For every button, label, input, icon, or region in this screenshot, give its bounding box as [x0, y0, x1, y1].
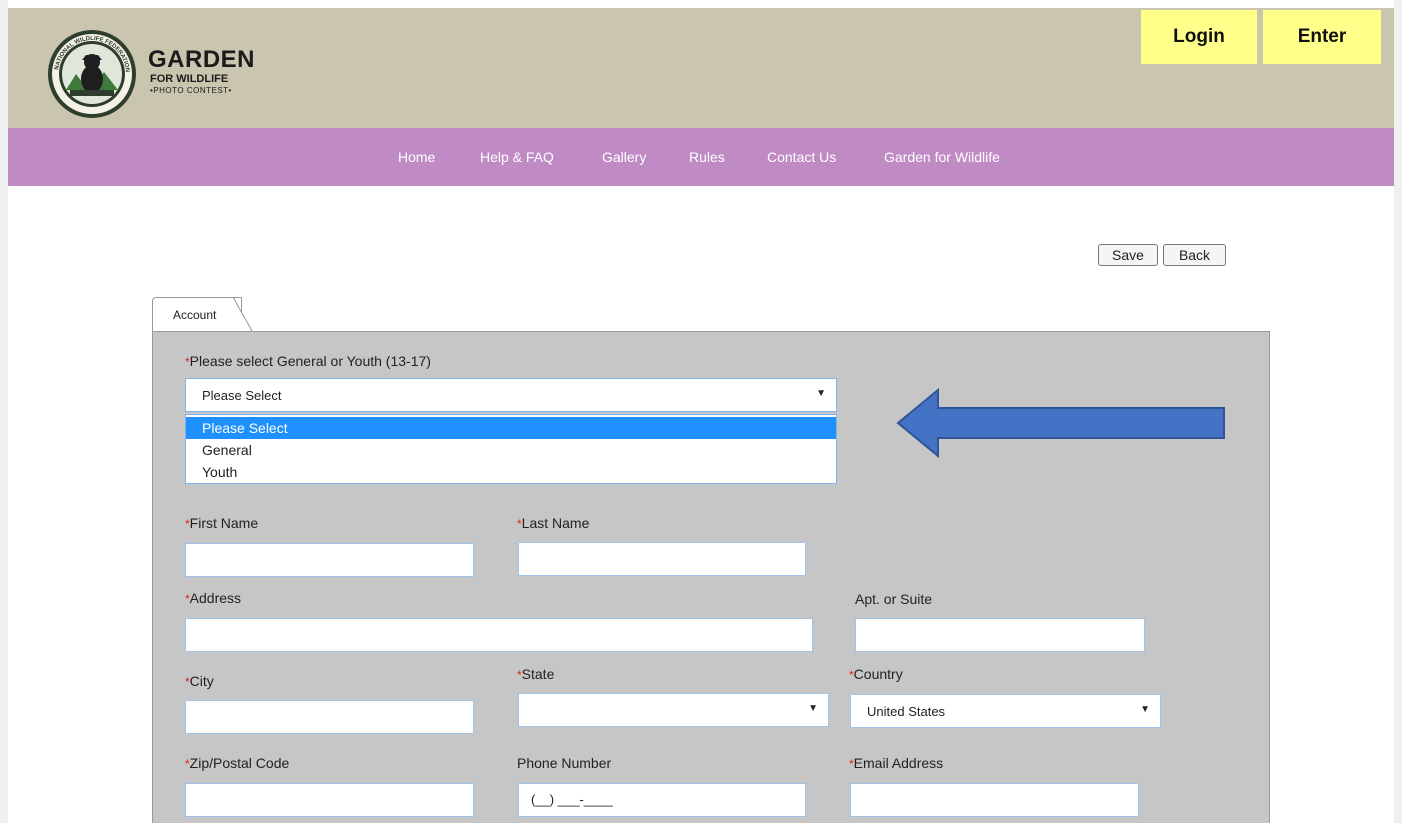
- chevron-down-icon: ▼: [808, 703, 818, 714]
- first-name-label: *First Name: [185, 515, 259, 531]
- category-select[interactable]: Please Select ▼: [185, 378, 837, 412]
- logo-subtitle: FOR WILDLIFE: [150, 73, 229, 85]
- nav-help-faq[interactable]: Help & FAQ: [480, 149, 554, 165]
- chevron-down-icon: ▼: [1140, 704, 1150, 715]
- option-please-select[interactable]: Please Select: [186, 417, 836, 439]
- city-input[interactable]: [185, 700, 474, 734]
- phone-label: Phone Number: [517, 755, 612, 771]
- category-dropdown-list: Please Select General Youth: [185, 414, 837, 484]
- annotation-arrow-icon: [896, 388, 1225, 458]
- apt-suite-label: Apt. or Suite: [855, 591, 933, 607]
- city-label: *City: [185, 673, 214, 689]
- last-name-input[interactable]: [518, 542, 806, 576]
- tab-account[interactable]: Account: [152, 297, 242, 331]
- logo-title: GARDEN: [148, 46, 256, 73]
- phone-input[interactable]: (__) ___-____: [518, 783, 806, 817]
- nav-home[interactable]: Home: [398, 149, 435, 165]
- country-select-value: United States: [867, 704, 946, 719]
- option-youth[interactable]: Youth: [186, 461, 836, 483]
- nav-garden-for-wildlife[interactable]: Garden for Wildlife: [884, 149, 1000, 165]
- save-button[interactable]: Save: [1098, 244, 1158, 266]
- nwf-seal-icon: NATIONAL WILDLIFE FEDERATION: [48, 30, 136, 118]
- main-nav: Home Help & FAQ Gallery Rules Contact Us…: [8, 128, 1394, 186]
- nav-gallery[interactable]: Gallery: [602, 149, 646, 165]
- zip-input[interactable]: [185, 783, 474, 817]
- logo-contest-text: •PHOTO CONTEST•: [150, 86, 232, 95]
- tab-corner: [233, 297, 253, 331]
- chevron-down-icon: ▼: [816, 388, 826, 399]
- page: NATIONAL WILDLIFE FEDERATION GARDEN FOR …: [8, 0, 1394, 823]
- enter-button[interactable]: Enter: [1263, 10, 1381, 64]
- country-label: *Country: [849, 666, 903, 682]
- login-button[interactable]: Login: [1141, 10, 1257, 64]
- email-input[interactable]: [850, 783, 1139, 817]
- option-general[interactable]: General: [186, 439, 836, 461]
- last-name-label: *Last Name: [517, 515, 590, 531]
- country-select[interactable]: United States ▼: [850, 694, 1161, 728]
- address-label: *Address: [185, 590, 242, 606]
- apt-suite-input[interactable]: [855, 618, 1145, 652]
- state-select[interactable]: ▼: [518, 693, 829, 727]
- zip-label: *Zip/Postal Code: [185, 755, 290, 771]
- category-select-value: Please Select: [202, 388, 282, 403]
- state-label: *State: [517, 666, 555, 682]
- site-header: NATIONAL WILDLIFE FEDERATION GARDEN FOR …: [8, 8, 1394, 128]
- nav-contact-us[interactable]: Contact Us: [767, 149, 836, 165]
- category-label: *Please select General or Youth (13-17): [185, 353, 431, 369]
- back-button[interactable]: Back: [1163, 244, 1226, 266]
- first-name-input[interactable]: [185, 543, 474, 577]
- address-input[interactable]: [185, 618, 813, 652]
- nav-rules[interactable]: Rules: [689, 149, 725, 165]
- site-logo[interactable]: NATIONAL WILDLIFE FEDERATION GARDEN FOR …: [46, 24, 286, 124]
- email-label: *Email Address: [849, 755, 944, 771]
